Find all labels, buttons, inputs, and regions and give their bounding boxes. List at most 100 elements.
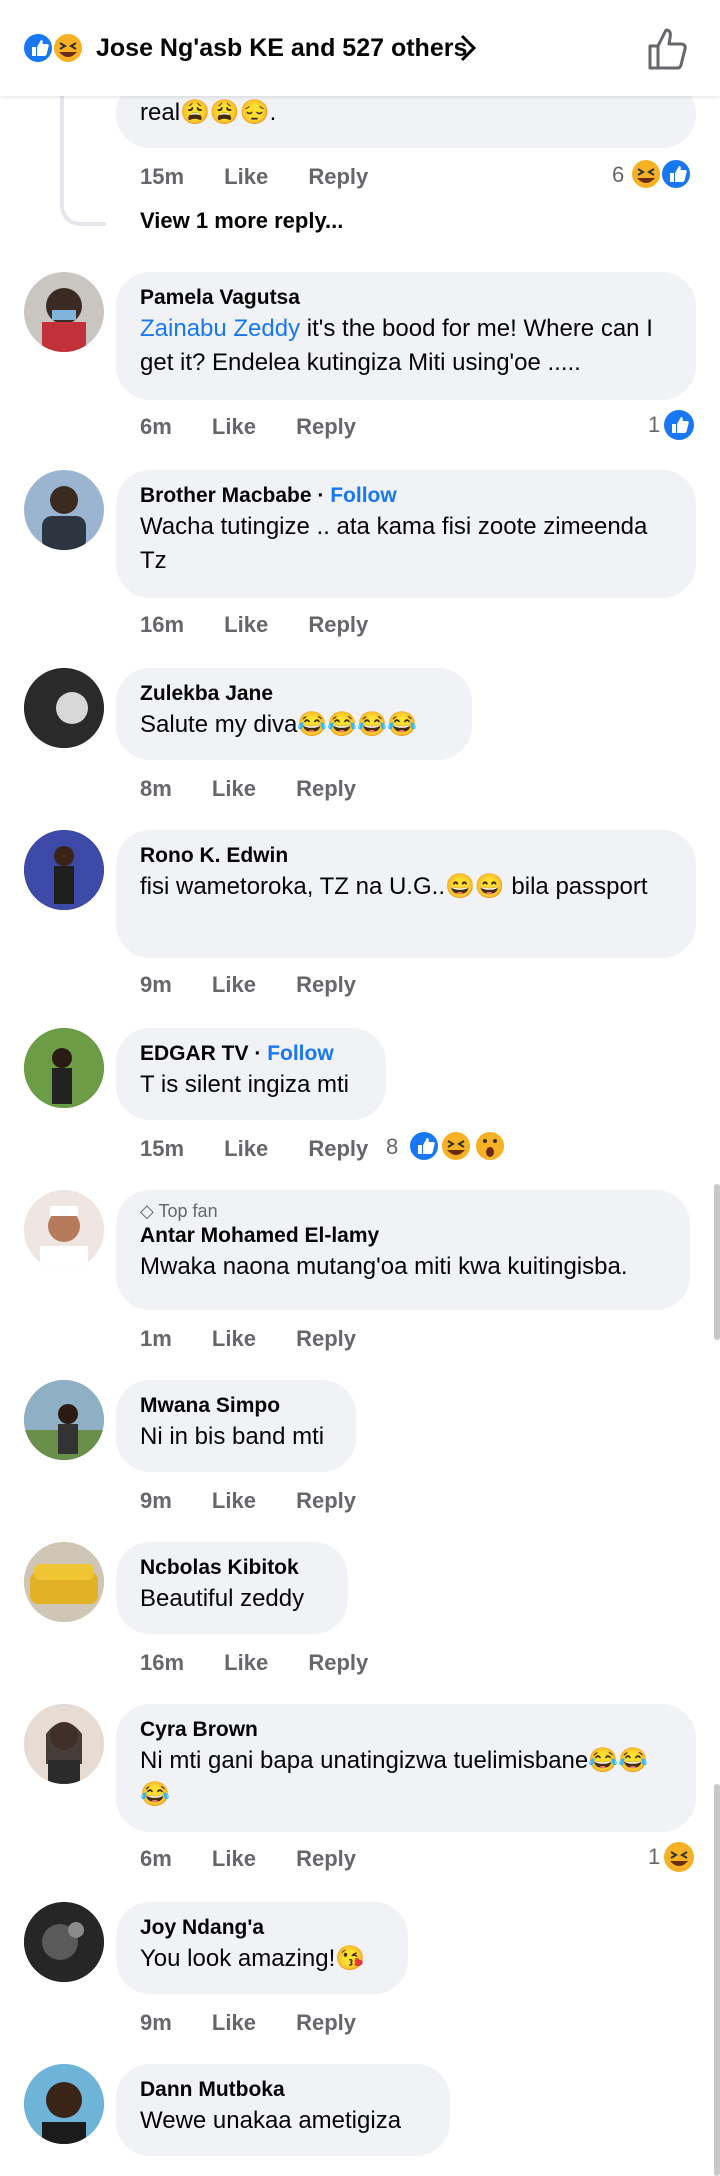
- reply-button[interactable]: Reply: [308, 162, 368, 192]
- comment-time: 1m: [140, 1326, 172, 1351]
- avatar-image: [24, 1380, 104, 1460]
- comment-text: Ni in bis band mti: [140, 1423, 325, 1450]
- comment-time: 9m: [140, 1488, 172, 1513]
- reply-button[interactable]: Reply: [296, 2008, 356, 2038]
- like-reaction-icon[interactable]: [662, 408, 696, 442]
- reply-button[interactable]: Reply: [308, 1134, 368, 1164]
- commenter-name[interactable]: Mwana Simpo: [140, 1392, 332, 1420]
- reactors-summary[interactable]: Jose Ng'asb KE and 527 others: [96, 30, 467, 66]
- comment-text: You look amazing!😘: [140, 1945, 366, 1972]
- like-button[interactable]: Like: [212, 1324, 256, 1354]
- avatar-image: [24, 830, 104, 910]
- scrollbar-thumb[interactable]: [714, 1184, 720, 1340]
- like-button[interactable]: Like: [212, 970, 256, 1000]
- commenter-name[interactable]: Brother Macbabe · Follow: [140, 482, 672, 510]
- comment-time: 8m: [140, 776, 172, 801]
- reaction-count[interactable]: 6: [612, 160, 624, 190]
- reply-button[interactable]: Reply: [296, 1486, 356, 1516]
- avatar-image: [42, 288, 86, 352]
- reply-time: 15m: [140, 164, 185, 189]
- mention-link[interactable]: Zainabu Zeddy: [140, 315, 300, 342]
- like-button[interactable]: Like: [212, 774, 256, 804]
- avatar[interactable]: [24, 1380, 104, 1460]
- avatar[interactable]: [24, 2064, 104, 2144]
- comment-meta: 6m Like Reply: [140, 1844, 356, 1874]
- commenter-name[interactable]: Dann Mutboka: [140, 2076, 426, 2104]
- like-button[interactable]: Like: [224, 162, 268, 192]
- avatar-image: [24, 1190, 104, 1270]
- follow-button[interactable]: Follow: [267, 1042, 334, 1065]
- comment-meta: 16m Like Reply: [140, 1648, 368, 1678]
- thumbs-up-icon[interactable]: [646, 24, 690, 72]
- reply-button[interactable]: Reply: [308, 610, 368, 640]
- like-button[interactable]: Like: [224, 610, 268, 640]
- reply-meta: 15m Like Reply: [140, 162, 368, 192]
- commenter-name[interactable]: Pamela Vagutsa: [140, 284, 672, 312]
- like-button[interactable]: Like: [212, 1486, 256, 1516]
- commenter-name[interactable]: Rono K. Edwin: [140, 842, 672, 870]
- comment-bubble: ◇ Top fan Antar Mohamed El-lamy Mwaka na…: [116, 1190, 690, 1310]
- commenter-name[interactable]: Cyra Brown: [140, 1716, 672, 1744]
- scrollbar-thumb[interactable]: [714, 1784, 720, 2176]
- commenter-name[interactable]: EDGAR TV · Follow: [140, 1040, 362, 1068]
- comment-bubble: Brother Macbabe · Follow Wacha tutingize…: [116, 470, 696, 598]
- comment-time: 6m: [140, 414, 172, 439]
- reactions-header[interactable]: Jose Ng'asb KE and 527 others: [0, 0, 720, 96]
- avatar[interactable]: [24, 830, 104, 910]
- avatar-image: [24, 1704, 104, 1784]
- reaction-icons[interactable]: [406, 1128, 508, 1164]
- comment-text: Wacha tutingize .. ata kama fisi zoote z…: [140, 513, 648, 574]
- view-more-replies[interactable]: View 1 more reply...: [140, 208, 343, 234]
- comment-meta: 6m Like Reply: [140, 412, 356, 442]
- avatar[interactable]: [24, 1028, 104, 1108]
- diamond-icon: ◇: [140, 1201, 159, 1221]
- comment-text: Zainabu Zeddy it's the bood for me! Wher…: [140, 315, 653, 376]
- reaction-icons[interactable]: [628, 156, 698, 192]
- comment-meta: 8m Like Reply: [140, 774, 356, 804]
- commenter-name[interactable]: Joy Ndang'a: [140, 1914, 384, 1942]
- comment-text: Beautiful zeddy: [140, 1585, 305, 1612]
- like-button[interactable]: Like: [212, 2008, 256, 2038]
- reply-text: real😩😩😔.: [140, 99, 277, 126]
- avatar[interactable]: [24, 1704, 104, 1784]
- avatar[interactable]: [24, 470, 104, 550]
- reply-button[interactable]: Reply: [296, 970, 356, 1000]
- like-button[interactable]: Like: [224, 1648, 268, 1678]
- comment-time: 15m: [140, 1136, 185, 1161]
- comment-text: Salute my diva😂😂😂😂: [140, 711, 417, 738]
- avatar-image: [42, 486, 86, 550]
- comment-bubble: Joy Ndang'a You look amazing!😘: [116, 1902, 408, 1994]
- reply-button[interactable]: Reply: [296, 412, 356, 442]
- commenter-name[interactable]: Ncbolas Kibitok: [140, 1554, 324, 1582]
- chevron-right-icon[interactable]: [456, 28, 480, 68]
- like-button[interactable]: Like: [224, 1134, 268, 1164]
- avatar[interactable]: [24, 272, 104, 352]
- like-button[interactable]: Like: [212, 1844, 256, 1874]
- like-button[interactable]: Like: [212, 412, 256, 442]
- reply-button[interactable]: Reply: [296, 1844, 356, 1874]
- comment-meta: 9m Like Reply: [140, 2008, 356, 2038]
- avatar-image: [24, 668, 104, 748]
- reply-thread-line: [60, 96, 106, 226]
- comment-time: 16m: [140, 612, 185, 637]
- avatar[interactable]: [24, 668, 104, 748]
- reaction-icons: [22, 32, 84, 64]
- commenter-name[interactable]: Zulekba Jane: [140, 680, 448, 708]
- haha-reaction-icon[interactable]: [662, 1840, 696, 1874]
- comment-bubble: Dann Mutboka Wewe unakaa ametigiza: [116, 2064, 450, 2156]
- follow-button[interactable]: Follow: [330, 484, 397, 507]
- comment-text: Ni mti gani bapa unatingizwa tuelimisban…: [140, 1747, 649, 1808]
- commenter-name[interactable]: Antar Mohamed El-lamy: [140, 1222, 666, 1250]
- comment-time: 9m: [140, 972, 172, 997]
- reply-button[interactable]: Reply: [308, 1648, 368, 1678]
- comment-meta: 9m Like Reply: [140, 970, 356, 1000]
- avatar[interactable]: [24, 1902, 104, 1982]
- reaction-count[interactable]: 1: [648, 410, 660, 440]
- avatar[interactable]: [24, 1542, 104, 1622]
- reply-button[interactable]: Reply: [296, 1324, 356, 1354]
- reply-button[interactable]: Reply: [296, 774, 356, 804]
- avatar[interactable]: [24, 1190, 104, 1270]
- reaction-count[interactable]: 1: [648, 1842, 660, 1872]
- reaction-count[interactable]: 8: [386, 1132, 398, 1162]
- comment-bubble: Mwana Simpo Ni in bis band mti: [116, 1380, 356, 1472]
